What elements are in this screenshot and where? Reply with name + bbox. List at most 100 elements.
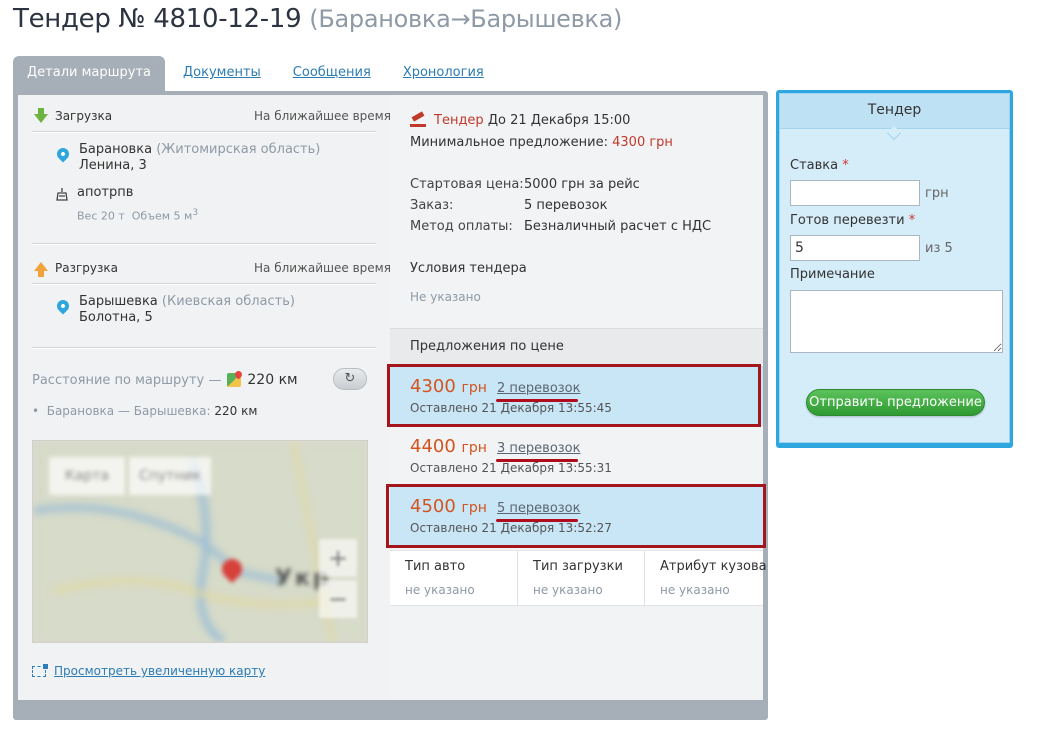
- property-header: Атрибут кузова: [660, 559, 767, 574]
- min-offer-label: Минимальное предложение:: [410, 135, 608, 150]
- tab-documents[interactable]: Документы: [183, 56, 261, 80]
- rate-label-text: Ставка: [790, 158, 839, 173]
- ready-label: Готов перевезти *: [790, 213, 915, 228]
- cargo-params: Вес 20 т Объем 5 м3: [77, 207, 198, 223]
- highlight-frame: [387, 364, 761, 427]
- tender-route: (Барановка→Барышевка): [309, 5, 623, 33]
- tab-messages[interactable]: Сообщения: [293, 56, 371, 80]
- distance-segment: • Барановка — Барышевка: 220 км: [32, 404, 258, 418]
- property-cell: Тип загрузки не указано: [518, 551, 645, 607]
- payment-row: Метод оплаты: Безналичный расчет с НДС: [410, 219, 711, 234]
- divider: [32, 347, 376, 349]
- arrow-down-icon: [34, 107, 48, 123]
- property-value: не указано: [660, 583, 730, 597]
- tender-word: Тендер: [434, 113, 484, 128]
- required-mark: *: [908, 213, 916, 228]
- zoom-in-button[interactable]: +: [319, 539, 357, 577]
- loading-heading: Загрузка На ближайшее время: [34, 107, 391, 123]
- deadline: До 21 Декабря 15:00: [487, 113, 631, 128]
- route-map[interactable]: Карта Спутник Укр + −: [32, 440, 368, 643]
- min-offer-value: 4300 грн: [612, 135, 673, 150]
- loading-city: Барановка: [79, 142, 153, 157]
- divider: [32, 131, 376, 133]
- note-textarea[interactable]: [790, 290, 1003, 353]
- tab-chronology[interactable]: Хронология: [403, 56, 484, 80]
- offer-price-value: 4400: [410, 436, 456, 457]
- offers-header: Предложения по цене: [390, 328, 763, 364]
- gavel-icon: [410, 114, 428, 128]
- route-column: Загрузка На ближайшее время Барановка (Ж…: [18, 95, 391, 700]
- bid-title: Тендер: [780, 94, 1009, 129]
- rate-unit: грн: [925, 186, 949, 201]
- bid-panel: Тендер Ставка * грн Готов перевезти * из…: [776, 90, 1013, 448]
- distance-label: Расстояние по маршруту —: [32, 372, 222, 388]
- bid-form: Тендер Ставка * грн Готов перевезти * из…: [779, 93, 1010, 443]
- cargo-weight: Вес 20 т: [77, 209, 125, 223]
- offer-price: 4400 грн: [410, 436, 487, 457]
- vehicle-properties-table: Тип авто не указано Тип загрузки не указ…: [390, 550, 767, 607]
- unloading-heading: Разгрузка На ближайшее время: [34, 261, 391, 277]
- order-row: Заказ: 5 перевозок: [410, 198, 607, 213]
- expand-map-icon: [32, 663, 48, 677]
- ready-label-text: Готов перевезти: [790, 213, 905, 228]
- route-distance: Расстояние по маршруту — 220 км: [32, 372, 298, 388]
- conditions-label: Условия тендера: [410, 261, 527, 276]
- property-value: не указано: [405, 583, 475, 597]
- unloading-city: Барышевка: [79, 294, 158, 309]
- loading-region: (Житомирская область): [156, 142, 321, 157]
- order-value: 5 перевозок: [524, 198, 608, 213]
- location-pin-icon: [54, 145, 72, 163]
- page-title: Тендер № 4810-12-19 (Барановка→Барышевка…: [13, 4, 622, 34]
- property-header: Тип загрузки: [533, 559, 623, 574]
- location-pin-icon: [54, 297, 72, 315]
- divider: [32, 283, 376, 285]
- highlight-frame: [386, 484, 766, 548]
- payment-label: Метод оплаты:: [410, 219, 513, 234]
- conditions-value: Не указано: [410, 290, 481, 304]
- start-price-value: 5000 грн за рейс: [524, 177, 640, 192]
- property-cell: Атрибут кузова не указано: [645, 551, 767, 607]
- view-larger-map-link[interactable]: Просмотреть увеличенную карту: [32, 663, 266, 678]
- unloading-title: Разгрузка: [55, 261, 118, 275]
- segment-label: Барановка — Барышевка:: [46, 404, 211, 418]
- cargo-volume: Объем 5 м: [131, 209, 193, 223]
- note-label: Примечание: [790, 267, 875, 282]
- map-tab-map[interactable]: Карта: [49, 457, 125, 495]
- tab-route-details[interactable]: Детали маршрута: [13, 56, 165, 92]
- rate-input[interactable]: [790, 180, 920, 206]
- offers-heading: Предложения по цене: [410, 339, 564, 354]
- view-larger-map-label: Просмотреть увеличенную карту: [54, 664, 266, 678]
- distance-value: 220 км: [247, 372, 298, 388]
- property-header: Тип авто: [405, 559, 466, 574]
- unloading-when: На ближайшее время: [254, 261, 391, 275]
- loading-address: Барановка (Житомирская область) Ленина, …: [79, 142, 320, 174]
- submit-offer-button[interactable]: Отправить предложение: [806, 389, 985, 416]
- cargo-icon: [56, 188, 68, 201]
- offer-row[interactable]: 4400 грн 3 перевозок Оставлено 21 Декабр…: [390, 426, 763, 486]
- ready-quantity-input[interactable]: [790, 235, 920, 261]
- offer-quantity-link[interactable]: 3 перевозок: [497, 441, 580, 456]
- rate-label: Ставка *: [790, 158, 849, 173]
- tender-title: Тендер № 4810-12-19: [13, 4, 302, 34]
- divider: [32, 243, 376, 245]
- ready-unit: из 5: [925, 241, 953, 256]
- loading-street: Ленина, 3: [79, 158, 147, 173]
- payment-value: Безналичный расчет с НДС: [524, 219, 712, 234]
- loading-title: Загрузка: [55, 109, 113, 123]
- loading-when: На ближайшее время: [254, 109, 391, 123]
- start-price-row: Стартовая цена:5000 грн за рейс: [410, 177, 640, 192]
- cargo-volume-unit: 3: [192, 207, 199, 218]
- offer-currency: грн: [461, 440, 487, 456]
- offer-time: Оставлено 21 Декабря 13:55:31: [410, 461, 612, 475]
- unloading-street: Болотна, 5: [79, 310, 153, 325]
- map-tab-satellite[interactable]: Спутник: [129, 457, 211, 495]
- unloading-region: (Киевская область): [161, 294, 295, 309]
- tender-deadline: Тендер До 21 Декабря 15:00: [410, 113, 630, 128]
- refresh-button[interactable]: ↻: [333, 368, 367, 390]
- map-icon: [227, 373, 242, 387]
- start-price-label: Стартовая цена:: [410, 177, 524, 192]
- zoom-out-button[interactable]: −: [319, 580, 357, 618]
- order-label: Заказ:: [410, 198, 454, 213]
- min-offer: Минимальное предложение: 4300 грн: [410, 135, 673, 150]
- tabs-bar: Детали маршрута Документы Сообщения Хрон…: [13, 56, 516, 92]
